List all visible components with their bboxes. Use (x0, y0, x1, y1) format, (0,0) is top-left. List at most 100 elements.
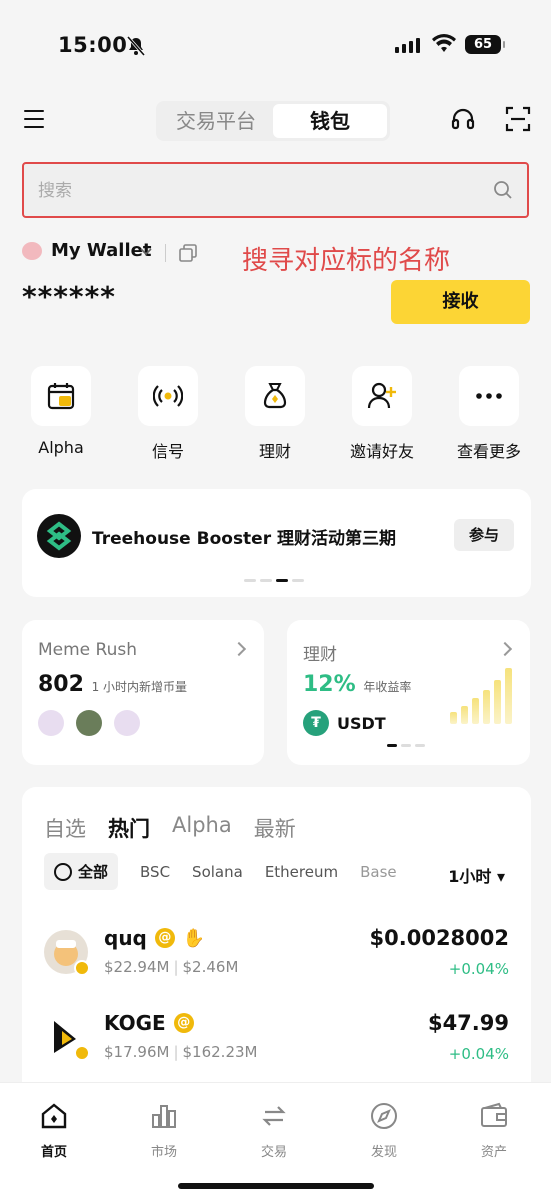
card-title: 理财 (303, 645, 337, 665)
nav-trade[interactable]: 交易 (234, 1101, 314, 1160)
search-icon[interactable] (493, 180, 513, 200)
earn-card[interactable]: 理财 12% 年收益率 ₮ USDT (287, 620, 530, 765)
quick-action-alpha[interactable]: Alpha (31, 366, 91, 457)
tab-alpha[interactable]: Alpha (172, 813, 232, 843)
quick-action-earn[interactable]: 理财 (245, 366, 305, 462)
quick-action-label: 查看更多 (456, 442, 521, 461)
broadcast-icon (153, 385, 183, 407)
quick-action-label: Alpha (38, 438, 84, 457)
tab-newest[interactable]: 最新 (254, 813, 296, 843)
tab-exchange[interactable]: 交易平台 (159, 104, 273, 138)
headset-support-icon[interactable] (450, 106, 476, 132)
search-bar (22, 162, 529, 218)
token-stats: $22.94M | $2.46M (104, 958, 239, 976)
add-user-icon (367, 382, 396, 409)
new-token-count: 802 1 小时内新增币量 (38, 672, 188, 697)
market-chart-icon (152, 1105, 176, 1128)
swap-icon (262, 1106, 286, 1126)
nav-market[interactable]: 市场 (124, 1101, 204, 1160)
chain-chip-solana[interactable]: Solana (192, 863, 243, 881)
divider (165, 244, 166, 262)
wallet-icon (481, 1102, 507, 1127)
hamburger-menu-icon[interactable] (24, 110, 44, 128)
globe-icon (54, 862, 72, 881)
token-avatar (114, 710, 140, 736)
token-symbol: quq @ ✋ (104, 926, 206, 950)
battery-indicator: 65 (465, 35, 505, 54)
scan-icon[interactable] (505, 106, 531, 132)
quick-action-label: 邀请好友 (349, 442, 414, 461)
home-indicator (178, 1183, 374, 1189)
tab-hot[interactable]: 热门 (108, 813, 150, 843)
count-description: 1 小时内新增币量 (91, 680, 188, 694)
chain-chip-ethereum[interactable]: Ethereum (265, 863, 338, 881)
alpha-badge-icon: @ (154, 928, 175, 948)
token-avatar (76, 710, 102, 736)
mode-switcher: 交易平台 钱包 (156, 101, 390, 141)
treehouse-logo-icon (37, 514, 81, 558)
bnb-chain-badge (74, 960, 90, 976)
price-change: +0.04% (448, 1045, 509, 1063)
market-panel: 自选 热门 Alpha 最新 全部 BSC Solana Ethereum Ba… (22, 787, 531, 1087)
apr-value: 12% 年收益率 (303, 672, 412, 697)
token-row[interactable]: KOGE @ $17.96M | $162.23M $47.99 +0.04% (44, 1007, 509, 1077)
copy-icon[interactable] (178, 243, 198, 263)
banner-title: Treehouse Booster 理财活动第三期 (92, 529, 397, 549)
chain-chip-base[interactable]: Base (360, 863, 397, 881)
chevron-right-icon (497, 641, 513, 657)
wallet-balance: ****** (22, 280, 116, 313)
price-change: +0.04% (448, 960, 509, 978)
meme-rush-card[interactable]: Meme Rush 802 1 小时内新增币量 (22, 620, 264, 765)
card-title: Meme Rush (38, 640, 138, 660)
chain-chip-all[interactable]: 全部 (44, 853, 119, 890)
carousel-indicator (387, 744, 425, 747)
muted-bell-icon (126, 36, 146, 56)
quick-action-label: 信号 (151, 442, 184, 461)
usdt-asset: ₮ USDT (303, 710, 386, 736)
money-bag-icon (263, 383, 287, 409)
token-avatars (38, 710, 140, 736)
apr-label: 年收益率 (363, 680, 412, 694)
token-price: $0.0028002 (369, 926, 509, 950)
alpha-badge-icon: @ (173, 1013, 194, 1033)
token-avatar (38, 710, 64, 736)
status-time: 15:00 (58, 33, 128, 57)
quick-action-more[interactable]: 查看更多 (457, 366, 521, 462)
nav-discover[interactable]: 发现 (344, 1101, 424, 1160)
cellular-signal-icon (395, 38, 420, 53)
quick-action-signal[interactable]: 信号 (138, 366, 198, 462)
more-icon (476, 393, 502, 399)
tab-watchlist[interactable]: 自选 (44, 813, 86, 843)
market-tabs: 自选 热门 Alpha 最新 (44, 813, 296, 843)
token-symbol: KOGE @ (104, 1011, 194, 1035)
compass-icon (371, 1103, 397, 1129)
chain-filter: 全部 BSC Solana Ethereum Base (44, 853, 397, 890)
hand-icon: ✋ (182, 927, 206, 949)
nav-assets[interactable]: 资产 (454, 1101, 534, 1160)
receive-button[interactable]: 接收 (391, 280, 530, 324)
wallet-name[interactable]: My Wallet (51, 240, 151, 261)
carousel-indicator (244, 579, 304, 582)
quick-action-invite[interactable]: 邀请好友 (350, 366, 414, 462)
calendar-alpha-icon (47, 383, 75, 410)
piggy-wallet-icon (22, 242, 42, 260)
token-row[interactable]: quq @ ✋ $22.94M | $2.46M $0.0028002 +0.04% (44, 922, 509, 992)
token-price: $47.99 (427, 1011, 509, 1035)
home-icon (41, 1103, 67, 1129)
nav-home[interactable]: 首页 (14, 1101, 94, 1160)
chevron-right-icon (231, 641, 247, 657)
join-button[interactable]: 参与 (454, 519, 514, 551)
chain-chip-bsc[interactable]: BSC (140, 863, 170, 881)
bnb-chain-badge (74, 1045, 90, 1061)
period-selector[interactable]: 1小时 ▾ (448, 863, 505, 887)
search-input[interactable] (38, 178, 468, 204)
annotation-text: 搜寻对应标的名称 (242, 246, 451, 276)
chevron-down-icon[interactable] (140, 245, 152, 257)
quick-action-label: 理财 (258, 442, 291, 461)
growth-bars-graphic (450, 668, 512, 724)
promo-banner[interactable]: Treehouse Booster 理财活动第三期 参与 (22, 489, 531, 597)
token-stats: $17.96M | $162.23M (104, 1043, 258, 1061)
wifi-icon (432, 34, 456, 52)
tab-wallet[interactable]: 钱包 (273, 104, 387, 138)
usdt-icon: ₮ (303, 710, 329, 736)
